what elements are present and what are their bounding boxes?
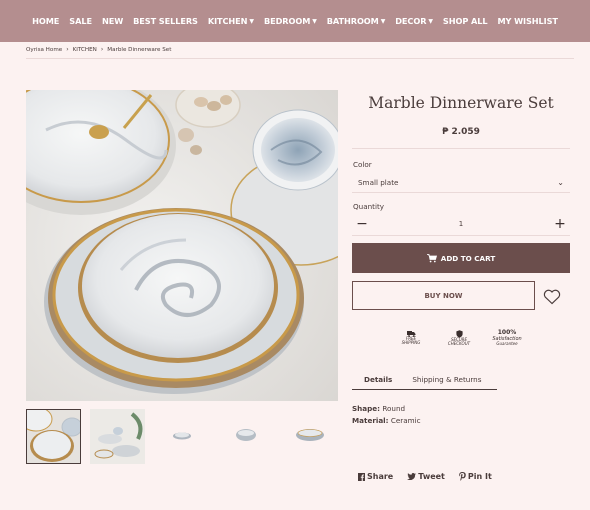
nav-bathroom[interactable]: BATHROOM ▼ [322, 16, 390, 26]
chevron-right-icon: › [66, 46, 69, 53]
add-to-cart-button[interactable]: ADD TO CART [352, 243, 570, 273]
breadcrumb: Oyrisa Home › KITCHEN › Marble Dinnerwar… [26, 46, 171, 53]
product-title: Marble Dinnerware Set [368, 94, 554, 112]
nav-best-sellers[interactable]: BEST SELLERS [128, 16, 203, 26]
tab-shipping-returns[interactable]: Shipping & Returns [402, 375, 491, 384]
main-nav: HOME SALE NEW BEST SELLERS KITCHEN ▼ BEDR… [0, 0, 590, 42]
color-label: Color [353, 160, 372, 169]
color-select[interactable]: Small plate ⌄ [352, 172, 570, 192]
share-facebook-button[interactable]: Share [358, 472, 393, 481]
quantity-label: Quantity [353, 202, 385, 211]
quantity-stepper: − 1 + [352, 214, 570, 234]
divider [352, 148, 570, 149]
free-shipping-badge: FREE SHIPPING [395, 330, 427, 347]
divider [352, 235, 570, 236]
breadcrumb-current: Marble Dinnerware Set [107, 46, 172, 53]
thumbnail-5[interactable] [282, 409, 337, 464]
thumbnail-strip [26, 409, 337, 464]
plus-icon[interactable]: + [550, 217, 570, 231]
thumbnail-4[interactable] [218, 409, 273, 464]
minus-icon[interactable]: − [352, 217, 372, 231]
buy-now-button[interactable]: BUY NOW [352, 281, 535, 310]
pinterest-icon [459, 472, 466, 481]
chevron-down-icon: ▼ [312, 17, 317, 25]
divider [352, 192, 570, 193]
share-twitter-button[interactable]: Tweet [407, 472, 445, 481]
thumbnail-3[interactable] [154, 409, 209, 464]
nav-decor[interactable]: DECOR ▼ [390, 16, 438, 26]
main-product-image[interactable] [26, 90, 338, 401]
thumbnail-2[interactable] [90, 409, 145, 464]
breadcrumb-home-link[interactable]: Oyrisa Home [26, 47, 62, 53]
spec-shape: Shape: Round [352, 404, 406, 413]
chevron-down-icon: ▼ [428, 17, 433, 25]
satisfaction-badge: 100% Satisfaction Guarantee [492, 329, 522, 347]
product-tabs: Details Shipping & Returns [352, 370, 497, 390]
nav-my-wishlist[interactable]: MY WISHLIST [492, 16, 562, 26]
chevron-down-icon: ⌄ [557, 177, 564, 187]
color-select-value: Small plate [358, 177, 399, 187]
nav-kitchen[interactable]: KITCHEN ▼ [203, 16, 259, 26]
quantity-value[interactable]: 1 [459, 220, 463, 228]
nav-shop-all[interactable]: SHOP ALL [438, 16, 493, 26]
nav-sale[interactable]: SALE [64, 16, 97, 26]
tab-details[interactable]: Details [352, 375, 402, 384]
chevron-down-icon: ▼ [380, 17, 386, 25]
heart-icon[interactable] [543, 289, 561, 305]
divider [26, 58, 574, 59]
share-pinterest-button[interactable]: Pin It [459, 472, 492, 481]
nav-home[interactable]: HOME [27, 16, 64, 26]
nav-new[interactable]: NEW [97, 16, 128, 26]
thumbnail-1[interactable] [26, 409, 81, 464]
chevron-right-icon: › [100, 46, 104, 53]
product-price: ₱ 2.059 [442, 127, 480, 137]
chevron-down-icon: ▼ [249, 17, 254, 25]
nav-bedroom[interactable]: BEDROOM ▼ [259, 16, 322, 26]
trust-badges: FREE SHIPPING SECURE CHECKOUT 100% Satis… [395, 329, 523, 347]
cart-icon [426, 253, 437, 262]
breadcrumb-kitchen-link[interactable]: KITCHEN [73, 47, 97, 53]
twitter-icon [407, 473, 417, 480]
facebook-icon [358, 472, 365, 481]
spec-material: Material: Ceramic [352, 416, 421, 425]
secure-checkout-badge: SECURE CHECKOUT [443, 330, 475, 347]
social-share: Share Tweet Pin It [358, 472, 492, 481]
